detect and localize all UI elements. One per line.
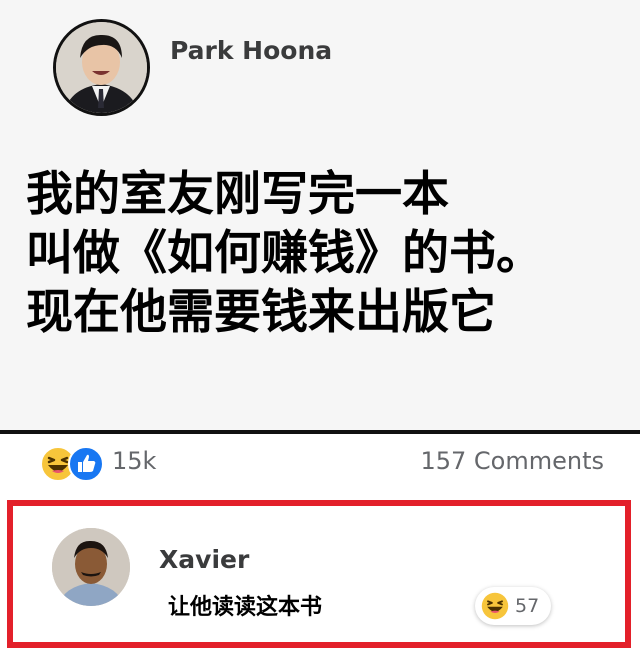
commenter-avatar-image [52,528,130,606]
post-text-line: 叫做《如何赚钱》的书。 [26,226,543,281]
comment-reaction-count: 57 [515,595,540,617]
author-name[interactable]: Park Hoona [170,36,332,65]
author-avatar-image [56,22,147,113]
commenter-name[interactable]: Xavier [159,545,249,574]
like-react-icon [68,446,104,482]
post: Park Hoona 我的室友刚写完一本 叫做《如何赚钱》的书。 现在他需要钱来… [0,0,640,430]
commenter-avatar[interactable] [52,528,130,606]
laugh-react-icon [481,592,509,620]
highlighted-comment: Xavier 让他读读这本书 57 [7,500,631,648]
post-text-line: 我的室友刚写完一本 [26,167,449,222]
post-text: 我的室友刚写完一本 叫做《如何赚钱》的书。 现在他需要钱来出版它 [26,165,626,342]
comment-text: 让他读读这本书 [168,595,323,620]
reaction-icons[interactable] [40,444,104,484]
comment-bubble: Xavier 让他读读这本书 [141,518,431,628]
post-text-line: 现在他需要钱来出版它 [26,285,496,340]
reaction-count[interactable]: 15k [112,447,156,475]
author-avatar[interactable] [53,19,150,116]
comments-count-link[interactable]: 157 Comments [420,447,604,475]
comment-reaction-badge[interactable]: 57 [475,587,552,625]
reaction-summary: 15k 157 Comments [0,434,640,496]
